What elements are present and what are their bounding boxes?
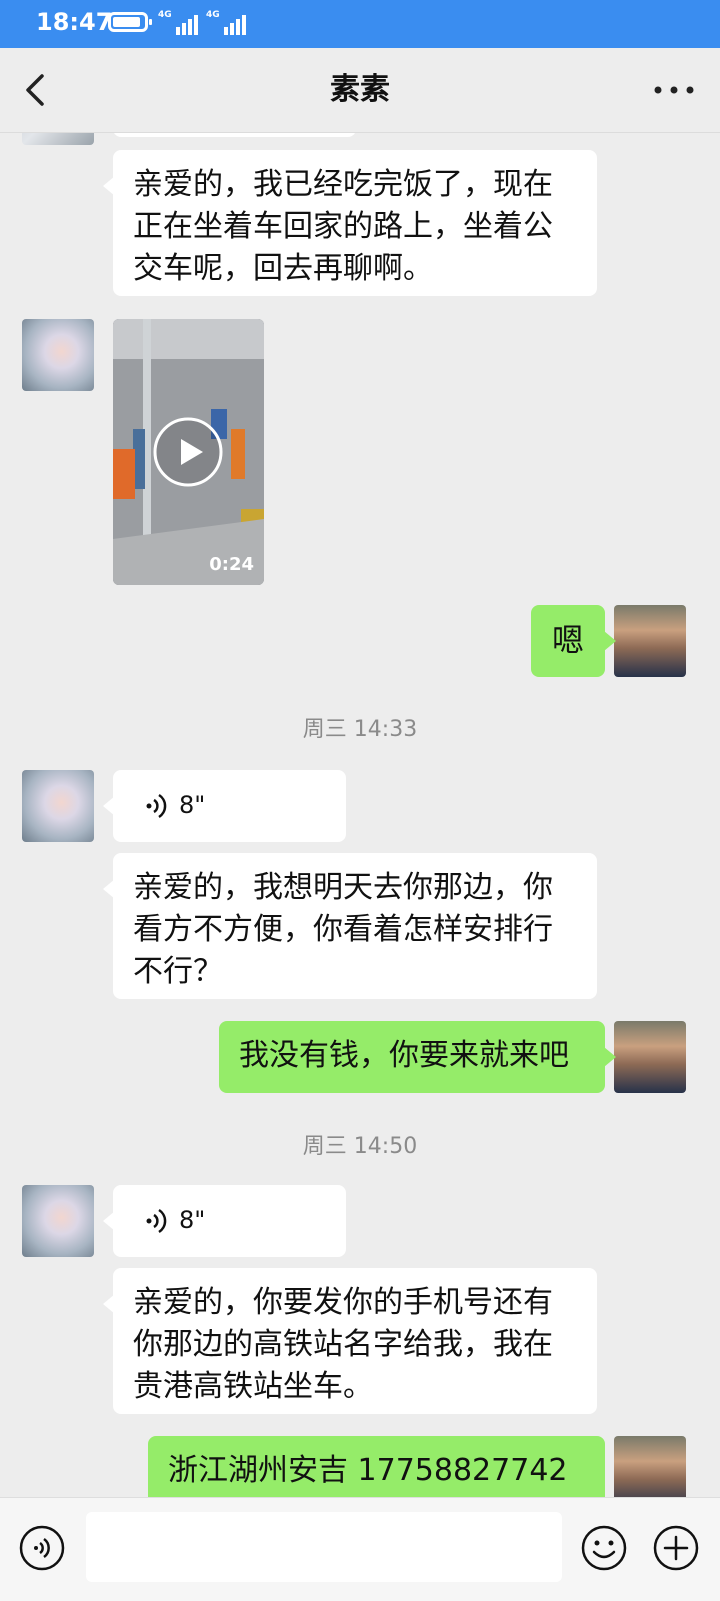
message-timestamp: 周三 14:50 <box>302 1134 418 1159</box>
contact-avatar[interactable] <box>22 770 94 842</box>
message-bubble-incoming[interactable]: 亲爱的，我已经吃完饭了，现在正在坐着车回家的路上，坐着公交车呢，回去再聊啊。 <box>103 150 597 296</box>
signal-icon: 4G <box>158 10 202 38</box>
voice-wave-icon <box>146 793 167 819</box>
message-text: 亲爱的，我已经吃完饭了，现在正在坐着车回家的路上，坐着公交车呢，回去再聊啊。 <box>133 167 553 286</box>
network-type-label: 4G <box>158 10 172 20</box>
message-text: 嗯 <box>551 621 584 659</box>
message-bubble-outgoing[interactable]: 嗯 <box>531 605 616 677</box>
contact-avatar[interactable] <box>22 1185 94 1257</box>
emoji-button[interactable] <box>580 1524 628 1572</box>
network-type-label-2: 4G <box>206 10 220 20</box>
message-timestamp: 周三 14:33 <box>302 717 418 742</box>
chat-header: 素素 <box>0 48 720 133</box>
self-avatar[interactable] <box>614 1021 686 1093</box>
message-input[interactable] <box>86 1512 562 1582</box>
plus-circle-icon <box>653 1525 699 1571</box>
message-bubble-partial <box>113 133 356 137</box>
message-text: 亲爱的，我想明天去你那边，你看方不方便，你看着怎样安排行不行？ <box>133 870 553 989</box>
voice-input-icon <box>19 1525 65 1571</box>
video-message[interactable]: 0:24 <box>113 319 264 585</box>
contact-avatar[interactable] <box>22 319 94 391</box>
self-avatar[interactable] <box>614 605 686 677</box>
more-dots-icon <box>654 86 694 94</box>
input-bar <box>0 1497 720 1601</box>
back-button[interactable] <box>20 62 60 118</box>
voice-input-button[interactable] <box>18 1524 66 1572</box>
contact-avatar[interactable] <box>22 133 94 145</box>
voice-duration: 8" <box>179 791 206 819</box>
message-text: 亲爱的，你要发你的手机号还有你那边的高铁站名字给我，我在贵港高铁站坐车。 <box>133 1285 553 1404</box>
message-bubble-outgoing[interactable]: 我没有钱，你要来就来吧 <box>219 1021 616 1093</box>
signal-icon-2: 4G <box>206 10 252 38</box>
status-bar: 18:47 4G 4G <box>0 0 720 48</box>
chat-title: 素素 <box>330 72 390 107</box>
emoji-icon <box>581 1525 627 1571</box>
more-button[interactable] <box>648 74 700 104</box>
play-icon <box>153 417 223 487</box>
chat-area[interactable]: 亲爱的，我已经吃完饭了，现在正在坐着车回家的路上，坐着公交车呢，回去再聊啊。 0… <box>0 133 720 1497</box>
video-duration: 0:24 <box>209 554 254 575</box>
voice-wave-icon <box>146 1208 167 1234</box>
self-avatar[interactable] <box>614 1436 686 1497</box>
message-bubble-incoming[interactable]: 亲爱的，你要发你的手机号还有你那边的高铁站名字给我，我在贵港高铁站坐车。 <box>103 1268 597 1414</box>
message-text: 我没有钱，你要来就来吧 <box>239 1038 569 1073</box>
voice-message[interactable]: 8" <box>103 1185 346 1257</box>
message-text: 浙江湖州安吉 17758827742 <box>168 1453 568 1488</box>
play-button[interactable] <box>153 417 223 487</box>
message-bubble-incoming[interactable]: 亲爱的，我想明天去你那边，你看方不方便，你看着怎样安排行不行？ <box>103 853 597 999</box>
chevron-left-icon <box>26 74 44 106</box>
voice-message[interactable]: 8" <box>103 770 346 842</box>
status-time: 18:47 <box>36 8 113 36</box>
more-functions-button[interactable] <box>652 1524 700 1572</box>
voice-duration: 8" <box>179 1206 206 1234</box>
battery-icon <box>108 12 152 32</box>
message-bubble-outgoing[interactable]: 浙江湖州安吉 17758827742 <box>148 1436 605 1497</box>
